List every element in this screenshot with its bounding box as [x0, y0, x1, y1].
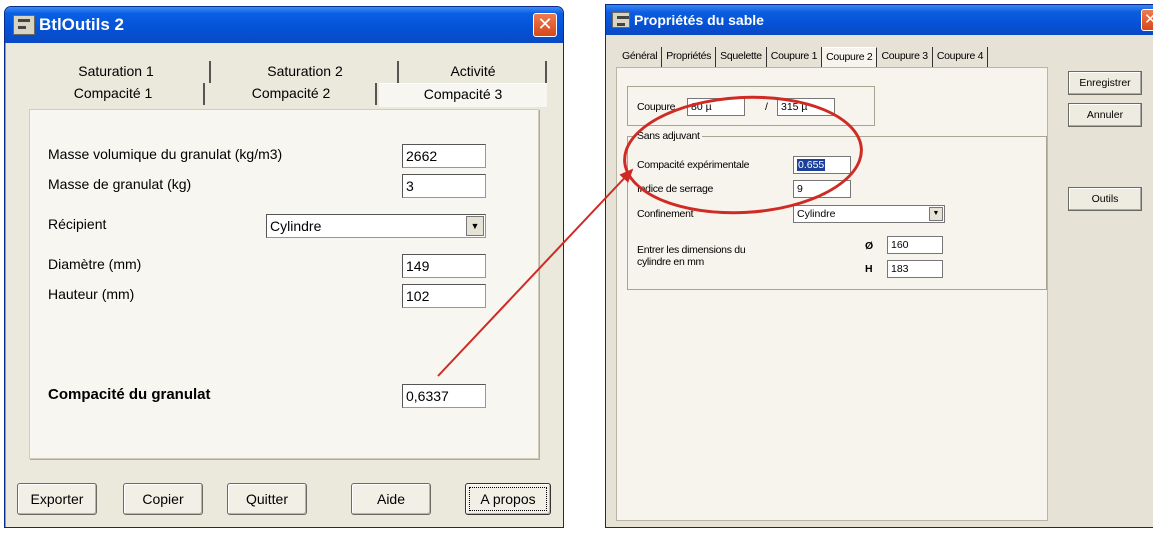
tab-strip: Saturation 1 Saturation 2 Activité Compa…	[5, 61, 563, 107]
diametre-label: Diamètre (mm)	[48, 256, 142, 272]
btloutils-titlebar[interactable]: BtlOutils 2 ✕	[5, 7, 563, 43]
confinement-value: Cylindre	[797, 208, 836, 220]
recipient-label: Récipient	[48, 216, 107, 232]
hauteur-label: Hauteur (mm)	[48, 286, 135, 302]
btloutils-window: BtlOutils 2 ✕ Saturation 1 Saturation 2 …	[4, 6, 564, 528]
tab-compacite-1[interactable]: Compacité 1	[23, 83, 205, 105]
aide-button[interactable]: Aide	[351, 483, 431, 515]
masse-granulat-input[interactable]: 3	[402, 174, 486, 198]
annuler-button[interactable]: Annuler	[1068, 103, 1142, 127]
tab-coupure-3[interactable]: Coupure 3	[877, 47, 933, 67]
close-icon[interactable]: ✕	[533, 13, 557, 37]
masse-volumique-input[interactable]: 2662	[402, 144, 486, 168]
recipient-select[interactable]: Cylindre ▼	[266, 214, 486, 238]
tab-coupure-4[interactable]: Coupure 4	[933, 47, 989, 67]
tab-row-2: Compacité 1 Compacité 2 Compacité 3	[5, 83, 563, 107]
tab-compacite-2[interactable]: Compacité 2	[207, 83, 377, 105]
proprietes-sable-window: Propriétés du sable ✕ Général Propriétés…	[605, 4, 1153, 528]
outils-button[interactable]: Outils	[1068, 187, 1142, 211]
tab-saturation-2[interactable]: Saturation 2	[213, 61, 399, 83]
recipient-value: Cylindre	[270, 218, 322, 234]
tab-squelette[interactable]: Squelette	[716, 47, 767, 67]
tab-row-1: Saturation 1 Saturation 2 Activité	[5, 61, 563, 83]
tab-proprietes[interactable]: Propriétés	[662, 47, 717, 67]
quitter-button[interactable]: Quitter	[227, 483, 307, 515]
a-propos-button[interactable]: A propos	[465, 483, 551, 515]
height-symbol: H	[865, 263, 873, 275]
copier-button[interactable]: Copier	[123, 483, 203, 515]
tab-activite[interactable]: Activité	[401, 61, 547, 83]
window-title: BtlOutils 2	[39, 15, 125, 34]
dimensions-label-1: Entrer les dimensions du	[637, 244, 746, 256]
window-title: Propriétés du sable	[634, 12, 764, 28]
dimensions-label-2: cylindre en mm	[637, 256, 704, 268]
tab-strip: Général Propriétés Squelette Coupure 1 C…	[618, 47, 989, 67]
chevron-down-icon[interactable]: ▼	[466, 216, 484, 236]
tab-compacite-3[interactable]: Compacité 3	[379, 83, 547, 107]
chevron-down-icon[interactable]: ▼	[929, 207, 943, 221]
exporter-button[interactable]: Exporter	[17, 483, 97, 515]
compacite-granulat-label: Compacité du granulat	[48, 386, 211, 403]
proprietes-titlebar[interactable]: Propriétés du sable ✕	[606, 5, 1153, 35]
diameter-symbol: Ø	[865, 240, 873, 252]
enregistrer-button[interactable]: Enregistrer	[1068, 71, 1142, 95]
masse-granulat-label: Masse de granulat (kg)	[48, 176, 192, 192]
confinement-select[interactable]: Cylindre ▼	[793, 205, 945, 223]
compacite-3-panel: Masse volumique du granulat (kg/m3) 2662…	[29, 109, 539, 459]
app-icon	[612, 12, 630, 28]
height-input[interactable]: 183	[887, 260, 943, 278]
compacite-granulat-output: 0,6337	[402, 384, 486, 408]
close-icon[interactable]: ✕	[1141, 9, 1153, 31]
diameter-input[interactable]: 160	[887, 236, 943, 254]
tab-saturation-1[interactable]: Saturation 1	[23, 61, 211, 83]
tab-general[interactable]: Général	[618, 47, 663, 67]
tab-coupure-1[interactable]: Coupure 1	[767, 47, 823, 67]
confinement-label: Confinement	[637, 208, 694, 220]
hauteur-input[interactable]: 102	[402, 284, 486, 308]
diametre-input[interactable]: 149	[402, 254, 486, 278]
tab-coupure-2[interactable]: Coupure 2	[822, 47, 878, 67]
app-icon	[13, 15, 35, 35]
masse-volumique-label: Masse volumique du granulat (kg/m3)	[48, 146, 283, 162]
